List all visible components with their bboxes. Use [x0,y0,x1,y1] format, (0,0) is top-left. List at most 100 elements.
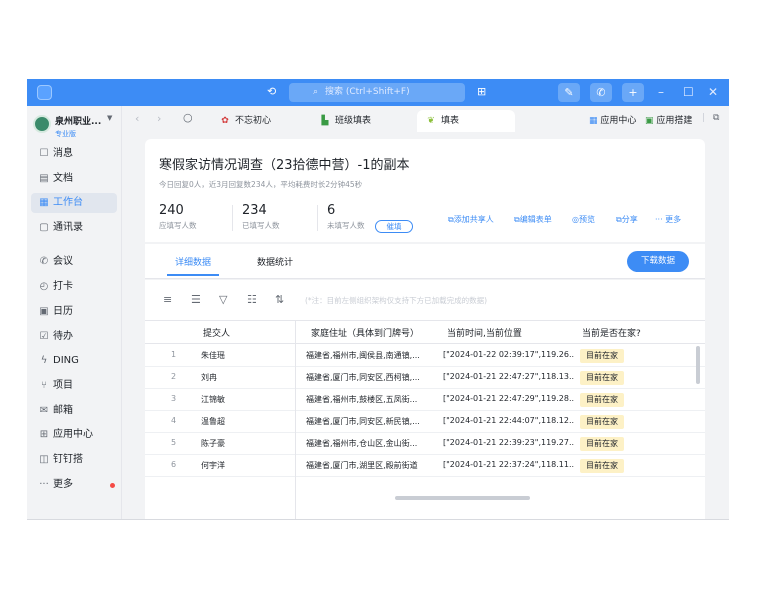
submitter-cell: 朱佳瑶 [201,351,225,360]
chevron-down-icon[interactable]: ▼ [107,114,112,122]
preview-button[interactable]: ◎预览 [572,214,595,225]
column-header-address[interactable]: 家庭住址（具体到门牌号） [311,326,419,339]
table-row[interactable]: 2 刘冉 福建省,厦门市,同安区,西柯镇,... ["2024-01-21 22:47… [145,367,705,389]
org-name: 泉州职业... [55,117,102,127]
table-row[interactable]: 4 温鲁超 福建省,厦门市,同安区,新民镇,... ["2024-01-21 22:4… [145,411,705,433]
search-icon: ⌕ [313,87,319,97]
row-index: 4 [171,416,177,425]
mail-icon: ✉ [39,405,49,416]
sidebar-item-mail[interactable]: ✉ 邮箱 [31,401,117,421]
table-row[interactable]: 3 江锦敏 福建省,福州市,鼓楼区,五凤街... ["2024-01-21 22:47… [145,389,705,411]
tab-detail-data[interactable]: 详细数据 [175,255,211,268]
org-switcher[interactable]: 泉州职业... ▼ 专业版 [33,112,119,142]
sidebar: 泉州职业... ▼ 专业版 ☐ 消息 ▤ 文档 ▦ 工作台 ▢ 通讯录 ✆ 会议 ◴ 打卡 ▣ 日历 ☑ 待办… [27,106,122,519]
workbench-icon: ▦ [39,197,49,208]
forward-icon[interactable]: › [157,112,161,125]
sidebar-item-calendar[interactable]: ▣ 日历 [31,302,117,322]
sidebar-item-app-center[interactable]: ⊞ 应用中心 [31,425,117,445]
location-cell: ["2024-01-21 22:44:07",118.12... [443,416,575,425]
tab-fill-form[interactable]: ❦ 填表 [417,110,515,132]
tab-party[interactable]: ✿ 不忘初心 [219,110,309,132]
sidebar-item-ding[interactable]: ϟ DING [31,351,117,371]
table-row[interactable]: 1 朱佳瑶 福建省,福州市,闽侯县,南通镇,... ["2024-01-22 02:3… [145,345,705,367]
add-button[interactable]: + [622,83,644,102]
dingtalk-window: ⟲ ⌕ 搜索 (Ctrl+Shift+F) ⊞ ✎ ✆ + – ☐ ✕ 泉州职业… [27,79,729,520]
location-cell: ["2024-01-21 22:47:29",119.28... [443,394,575,403]
table-toolbar: ≡ ☰ ▽ ☷ ⇅ (*注：目前左侧组织架构仅支持下方已加载完成的数据) [145,280,705,320]
app-center-link[interactable]: ▦ 应用中心 [589,113,636,126]
status-badge: 目前在家 [580,437,624,451]
tab-data-stats[interactable]: 数据统计 [257,255,293,268]
sidebar-item-message[interactable]: ☐ 消息 [31,144,117,164]
add-collaborator-button[interactable]: ⧉添加共享人 [448,214,494,225]
row-index: 2 [171,372,177,381]
column-header-location[interactable]: 当前时间,当前位置 [447,326,522,339]
table-row[interactable]: 6 何宇洋 福建省,厦门市,湖里区,殿前街道 ["2024-01-21 22:37:2… [145,455,705,477]
search-input[interactable]: ⌕ 搜索 (Ctrl+Shift+F) [289,83,465,102]
submitter-cell: 何宇洋 [201,461,225,470]
phone-icon[interactable]: ✆ [590,83,612,102]
sidebar-item-project[interactable]: ⑂ 项目 [31,376,117,396]
form-summary-card: 寒假家访情况调查（23拾德中营）-1的副本 今日回复0人，近3月回复数234人，… [145,139,705,242]
active-tab-underline [167,274,219,276]
sidebar-item-more[interactable]: ··· 更多 [31,475,117,495]
filter-icon[interactable]: ▽ [219,293,227,306]
history-icon[interactable]: ⟲ [267,85,276,98]
sidebar-item-label: 文档 [53,173,73,184]
columns-icon[interactable]: ☷ [247,293,257,306]
sidebar-item-label: 通讯录 [53,222,83,233]
list-icon[interactable]: ☰ [191,293,201,306]
address-cell: 福建省,福州市,鼓楼区,五凤街... [306,395,418,404]
sidebar-item-document[interactable]: ▤ 文档 [31,169,117,189]
sidebar-item-label: 消息 [53,148,73,159]
new-window-icon[interactable]: ⧉ [713,113,719,123]
sidebar-item-label: 打卡 [53,281,73,292]
org-tag: 专业版 [55,130,76,138]
party-icon: ✿ [221,116,229,126]
submitter-cell: 陈子豪 [201,439,225,448]
location-cell: ["2024-01-21 22:47:27",118.13... [443,372,575,381]
sidebar-item-label: 钉钉搭 [53,454,83,465]
divider [232,205,233,231]
submitter-cell: 江锦敏 [201,395,225,404]
page-title: 寒假家访情况调查（23拾德中营）-1的副本 [159,158,410,173]
column-header-submitter[interactable]: 提交人 [203,326,230,339]
back-icon[interactable]: ‹ [135,112,139,125]
status-badge: 目前在家 [580,349,624,363]
more-button[interactable]: ··· 更多 [655,214,681,225]
column-header-at-home[interactable]: 当前是否在家? [582,326,641,339]
sidebar-item-label: 更多 [53,479,73,490]
vertical-scrollbar[interactable] [696,346,700,384]
app-logo-icon[interactable] [37,85,52,100]
refresh-icon[interactable]: ○ [183,111,193,124]
remind-button[interactable]: 催填 [375,220,413,233]
sidebar-item-label: 会议 [53,256,73,267]
app-builder-link[interactable]: ▣ 应用搭建 [645,113,692,126]
download-data-button[interactable]: 下载数据 [627,251,689,272]
status-badge: 目前在家 [580,393,624,407]
sort-icon[interactable]: ⇅ [275,293,284,306]
filter-list-icon[interactable]: ≡ [163,293,172,306]
sidebar-item-workbench[interactable]: ▦ 工作台 [31,193,117,213]
minimize-button[interactable]: – [658,85,664,99]
sidebar-item-label: 工作台 [53,197,83,208]
address-cell: 福建省,厦门市,同安区,新民镇,... [306,417,420,426]
grid-icon[interactable]: ⊞ [477,85,486,98]
horizontal-scrollbar[interactable] [395,496,530,500]
sidebar-item-dingding[interactable]: ◫ 钉钉搭 [31,450,117,470]
ding-icon: ϟ [40,355,48,366]
tab-class-form[interactable]: ▙ 班级填表 [319,110,419,132]
sidebar-item-contacts[interactable]: ▢ 通讯录 [31,218,117,238]
punch-icon: ◴ [39,281,49,292]
maximize-button[interactable]: ☐ [683,85,694,99]
edit-form-button[interactable]: ⧉编辑表单 [514,214,552,225]
sidebar-item-punch[interactable]: ◴ 打卡 [31,277,117,297]
pen-icon[interactable]: ✎ [558,83,580,102]
close-button[interactable]: ✕ [708,85,718,99]
sidebar-item-meeting[interactable]: ✆ 会议 [31,252,117,272]
row-index: 5 [171,438,177,447]
table-row[interactable]: 5 陈子豪 福建省,福州市,仓山区,金山街... ["2024-01-21 22:39… [145,433,705,455]
share-button[interactable]: ⧉分享 [616,214,638,225]
form-content: 寒假家访情况调查（23拾德中营）-1的副本 今日回复0人，近3月回复数234人，… [145,139,705,519]
sidebar-item-todo[interactable]: ☑ 待办 [31,327,117,347]
